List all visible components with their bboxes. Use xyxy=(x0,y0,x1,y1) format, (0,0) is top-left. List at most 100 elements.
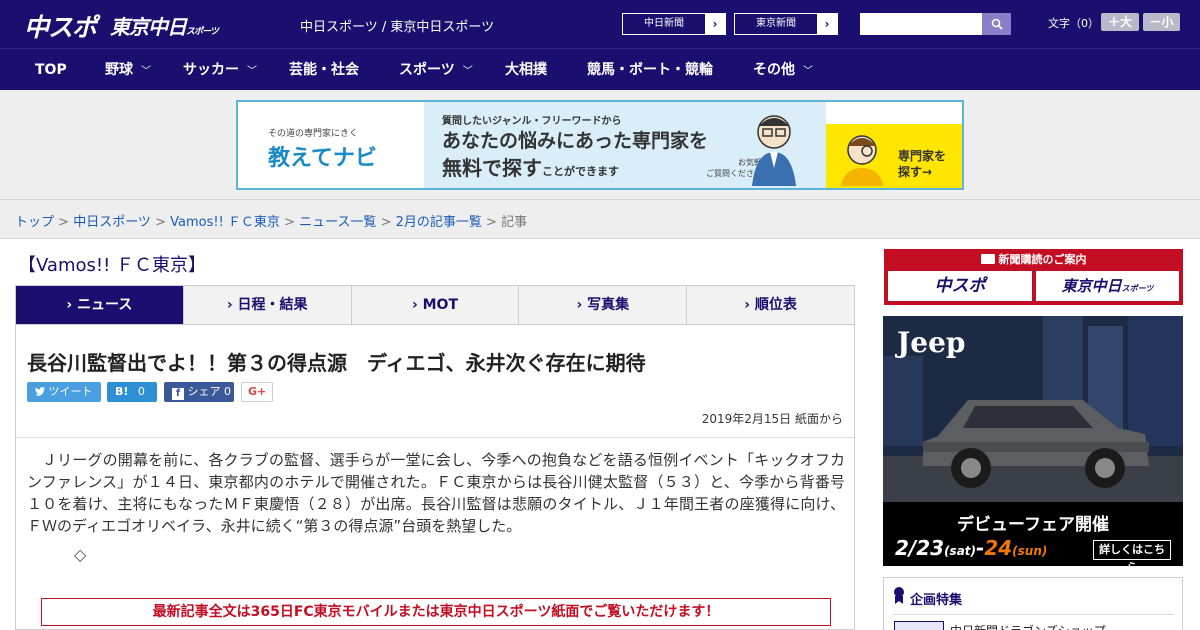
jeep-details-button[interactable]: 詳しくはこちら xyxy=(1093,540,1171,566)
chevron-right-icon: › xyxy=(817,14,837,34)
facebook-count: 0 xyxy=(224,385,231,398)
tokyo-logo-small: スポーツ xyxy=(186,27,219,37)
breadcrumb-news-list[interactable]: ニュース一覧 xyxy=(299,215,376,230)
article-divider xyxy=(16,437,854,438)
breadcrumb-separator: > xyxy=(279,215,300,230)
subscribe-tokyo-link[interactable]: 東京中日スポーツ xyxy=(1036,271,1179,301)
gplus-button[interactable]: G+ xyxy=(241,382,273,402)
search-icon xyxy=(991,18,1003,30)
nav-item-soccer[interactable]: サッカー ﹀ xyxy=(183,49,257,91)
feature-thumbnail[interactable] xyxy=(894,621,944,630)
search-input[interactable] xyxy=(860,13,982,35)
tweet-button[interactable]: ツイート xyxy=(27,382,101,402)
tab-news[interactable]: › ニュース xyxy=(16,286,184,324)
tab-label: 日程・結果 xyxy=(237,297,308,313)
nav-label: 競馬・ボート・競輪 xyxy=(587,62,713,78)
article: 長谷川監督出でよ！！第３の得点源 ディエゴ、永井次ぐ存在に期待 ツイート B! … xyxy=(15,325,855,630)
jeep-ad[interactable]: Jeep デビューフェア開催 2/23(sat)-24(sun) 詳しくはこちら xyxy=(883,316,1183,566)
chuspo-logo[interactable]: 中スポ xyxy=(24,8,97,44)
feature-title: 企画特集 xyxy=(910,593,963,608)
chunichi-shimbun-link[interactable]: 中日新聞 › xyxy=(622,13,726,35)
chevron-down-icon: ﹀ xyxy=(141,66,151,77)
jeep-date-end: 24 xyxy=(984,536,1013,560)
diamond-separator: ◇ xyxy=(74,545,87,564)
tokyo-logo-text: 東京中日 xyxy=(110,15,187,39)
facebook-share-button[interactable]: f シェア 0 xyxy=(164,382,234,402)
chevron-down-icon: ﹀ xyxy=(247,66,257,77)
jeep-date-start: 2/23 xyxy=(895,536,945,560)
breadcrumb-current: 記事 xyxy=(501,215,528,230)
banner-line1: 質問したいジャンル・フリーワードから xyxy=(442,116,622,127)
nav-label: サッカー xyxy=(183,62,239,78)
ad-area: その道の専門家にきく 教えてナビ 質問したいジャンル・フリーワードから あなたの… xyxy=(0,90,1200,200)
breadcrumb-separator: > xyxy=(376,215,396,230)
chevron-right-icon: › xyxy=(705,14,725,34)
chunichi-shimbun-label: 中日新聞 xyxy=(644,18,684,29)
oshiete-navi-banner[interactable]: その道の専門家にきく 教えてナビ 質問したいジャンル・フリーワードから あなたの… xyxy=(236,100,964,190)
expert-illustration-icon xyxy=(752,115,796,186)
breadcrumb-top[interactable]: トップ xyxy=(15,215,54,230)
banner-cta-area[interactable]: 専門家を 探す→ xyxy=(826,124,962,188)
subscribe-chuspo-link[interactable]: 中スポ xyxy=(888,271,1032,301)
nav-item-other[interactable]: その他 ﹀ xyxy=(753,49,813,91)
nav-item-entertainment[interactable]: 芸能・社会 xyxy=(289,49,359,91)
tokyo-shimbun-link[interactable]: 東京新聞 › xyxy=(734,13,838,35)
nav-item-sports[interactable]: スポーツ ﹀ xyxy=(399,49,473,91)
tab-standings[interactable]: › 順位表 xyxy=(687,286,854,324)
section-title: 【Vamos!! ＦＣ東京】 xyxy=(18,255,207,276)
nav-item-sumo[interactable]: 大相撲 xyxy=(505,49,547,91)
nav-label: 大相撲 xyxy=(505,62,547,78)
tab-schedule[interactable]: › 日程・結果 xyxy=(184,286,352,324)
tab-marker: › xyxy=(226,297,233,313)
jeep-date-end-day: (sun) xyxy=(1012,544,1048,558)
nav-item-racing[interactable]: 競馬・ボート・競輪 xyxy=(587,49,713,91)
twitter-icon xyxy=(35,387,45,396)
main-nav: TOP 野球 ﹀ サッカー ﹀ 芸能・社会 スポーツ ﹀ 大相撲 競馬・ボート・競輪 … xyxy=(0,48,1200,90)
jeep-logo: Jeep xyxy=(897,326,966,359)
banner-line3-main: 無料で探す xyxy=(442,156,542,180)
breadcrumb: トップ > 中日スポーツ > Vamos!! ＦＣ東京 > ニュース一覧 > 2… xyxy=(15,211,527,230)
font-smaller-button[interactable]: －小 xyxy=(1143,13,1180,31)
breadcrumb-separator: > xyxy=(54,215,74,230)
tab-marker: › xyxy=(411,297,418,313)
feature-item[interactable]: 中日新聞ドラゴンズショップ xyxy=(950,622,1106,630)
tab-label: 順位表 xyxy=(754,297,797,313)
facebook-icon: f xyxy=(172,388,184,400)
jeep-date-start-day: (sat) xyxy=(944,544,977,558)
chevron-down-icon: ﹀ xyxy=(462,66,473,77)
breadcrumb-feb-list[interactable]: 2月の記事一覧 xyxy=(396,215,482,230)
breadcrumb-chunichi-sports[interactable]: 中日スポーツ xyxy=(73,215,151,230)
nav-label: その他 xyxy=(753,62,795,78)
tab-label: ニュース xyxy=(77,297,133,313)
nav-item-top[interactable]: TOP xyxy=(35,49,67,91)
subscription-title: 新聞購読のご案内 xyxy=(884,251,1183,267)
banner-line3-small: ことができます xyxy=(542,165,619,178)
top-header: 中スポ 東京中日スポーツ 中日スポーツ / 東京中日スポーツ 中日新聞 › 東京… xyxy=(0,0,1200,48)
jeep-dates: 2/23(sat)-24(sun) xyxy=(895,536,1048,560)
medal-icon xyxy=(894,587,904,604)
nav-item-baseball[interactable]: 野球 ﹀ xyxy=(105,49,151,91)
nav-label: 芸能・社会 xyxy=(289,62,359,78)
feature-divider xyxy=(892,614,1174,615)
tab-mot[interactable]: › MOT xyxy=(352,286,520,324)
tab-photos[interactable]: › 写真集 xyxy=(519,286,688,324)
search-button[interactable] xyxy=(982,13,1011,35)
article-title: 長谷川監督出でよ！！第３の得点源 ディエゴ、永井次ぐ存在に期待 xyxy=(27,351,646,375)
hatena-count: 0 xyxy=(137,385,145,398)
article-body: Ｊリーグの開幕を前に、各クラブの監督、選手らが一堂に会し、今季への抱負などを語る… xyxy=(27,451,845,535)
breadcrumb-vamos[interactable]: Vamos!! ＦＣ東京 xyxy=(170,215,280,230)
tab-label: 写真集 xyxy=(587,297,630,313)
section-tabs: › ニュース › 日程・結果 › MOT › 写真集 › 順位表 xyxy=(15,285,855,325)
banner-line2: あなたの悩みにあった専門家を xyxy=(442,130,709,152)
tokyo-chunichi-logo[interactable]: 東京中日スポーツ xyxy=(110,11,219,40)
chevron-down-icon: ﹀ xyxy=(803,66,813,77)
hatena-button[interactable]: B! 0 xyxy=(107,382,157,402)
subscription-notice[interactable]: 最新記事全文は365日FC東京モバイルまたは東京中日スポーツ紙面でご覧いただけま… xyxy=(41,598,831,626)
banner-cta-text: 専門家を 探す→ xyxy=(898,149,947,179)
tab-marker: › xyxy=(576,297,583,313)
banner-brand-area: その道の専門家にきく 教えてナビ xyxy=(238,102,424,188)
font-larger-button[interactable]: ＋大 xyxy=(1101,13,1139,31)
breadcrumb-separator: > xyxy=(481,215,502,230)
tab-marker: › xyxy=(66,297,73,313)
subscription-box: 新聞購読のご案内 中スポ 東京中日スポーツ xyxy=(884,249,1183,305)
